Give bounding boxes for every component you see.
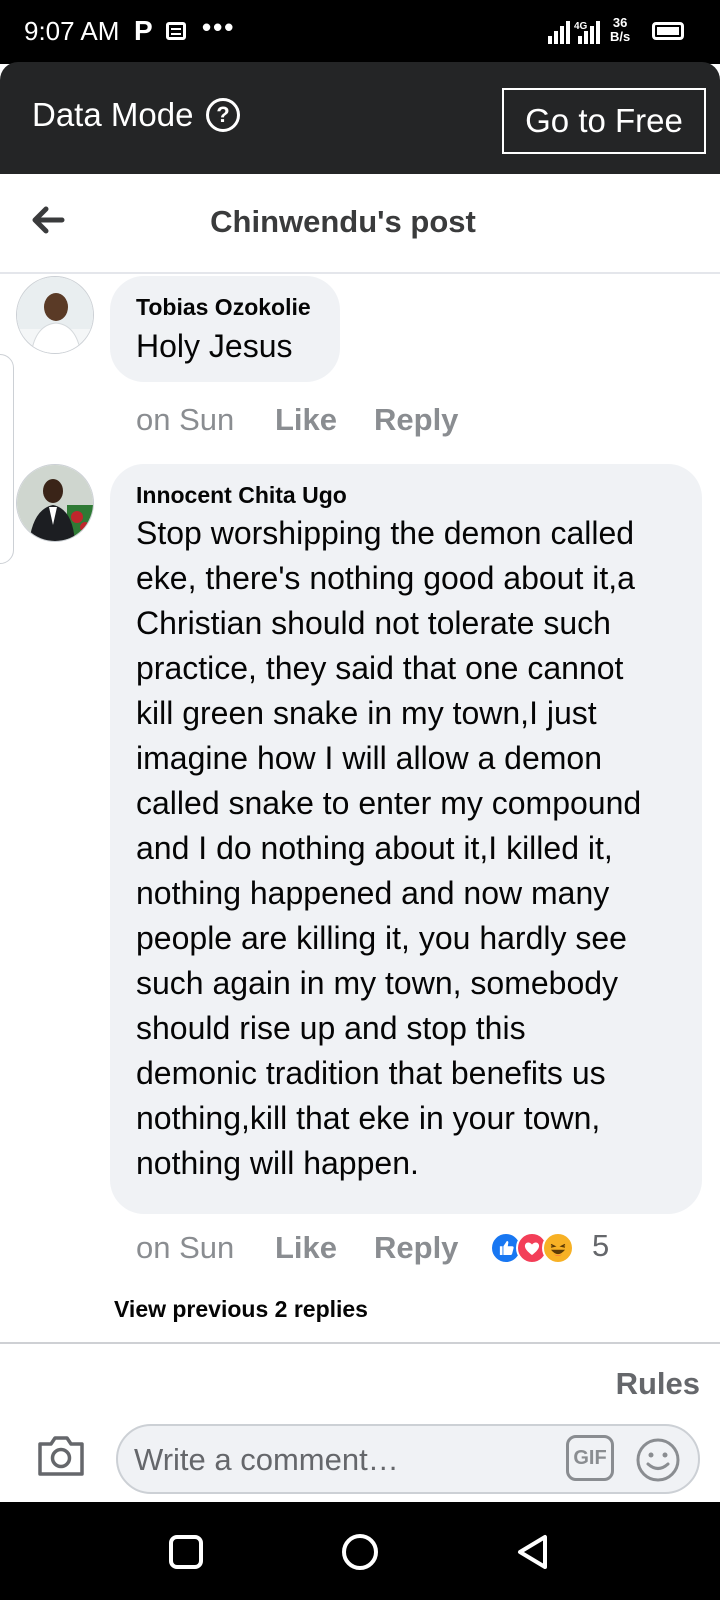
comment-input[interactable] bbox=[132, 1438, 536, 1482]
comment-bubble[interactable]: Innocent Chita Ugo Stop worshipping the … bbox=[110, 464, 702, 1214]
edge-handle[interactable] bbox=[0, 354, 14, 564]
more-notifications-icon: ••• bbox=[202, 12, 236, 42]
comment-author[interactable]: Innocent Chita Ugo bbox=[136, 482, 347, 509]
battery-icon bbox=[652, 22, 684, 40]
comment-text-line: eke, there's nothing good about it,a bbox=[136, 560, 635, 596]
rules-link[interactable]: Rules bbox=[616, 1366, 700, 1402]
comment-text-line: demonic tradition that benefits us bbox=[136, 1055, 606, 1091]
comment-text-line: nothing happened and now many bbox=[136, 875, 610, 911]
reaction-count[interactable]: 5 bbox=[592, 1228, 609, 1264]
comment-text-line: nothing,kill that eke in your town, bbox=[136, 1100, 601, 1136]
comment-text-line: kill green snake in my town,I just bbox=[136, 695, 597, 731]
square-icon[interactable] bbox=[166, 1532, 206, 1572]
page-title: Chinwendu's post bbox=[210, 204, 476, 239]
post-header: Chinwendu's post bbox=[0, 174, 720, 274]
comment-input-box[interactable]: GIF bbox=[116, 1424, 700, 1494]
avatar[interactable] bbox=[16, 276, 94, 354]
data-mode-label: Data Mode bbox=[32, 96, 194, 133]
comment-text: Stop worshipping the demon called eke, t… bbox=[136, 511, 696, 1186]
comment-text-line: Christian should not tolerate such bbox=[136, 605, 611, 641]
comment-time: on Sun bbox=[136, 1230, 235, 1265]
comment-text-line: imagine how I will allow a demon bbox=[136, 740, 602, 776]
reply-button[interactable]: Reply bbox=[374, 402, 458, 438]
status-bar: 9:07 AM P ••• 4G 36 B/s bbox=[0, 0, 720, 64]
message-notification-icon bbox=[166, 22, 186, 40]
signal-strength-icon: 4G bbox=[548, 21, 600, 44]
network-speed-unit: B/s bbox=[610, 29, 631, 44]
reply-button[interactable]: Reply bbox=[374, 1230, 458, 1266]
comment-text-line: and I do nothing about it,I killed it, bbox=[136, 830, 613, 866]
like-button[interactable]: Like bbox=[275, 1230, 337, 1266]
data-mode-bar: Data Mode ? Go to Free bbox=[0, 62, 720, 174]
comment-text-line: nothing will happen. bbox=[136, 1145, 419, 1181]
circle-icon[interactable] bbox=[340, 1532, 380, 1572]
notification-p-icon: P bbox=[134, 15, 153, 46]
comment-author[interactable]: Tobias Ozokolie bbox=[136, 294, 311, 321]
network-type-label: 4G bbox=[574, 21, 588, 32]
like-button[interactable]: Like bbox=[275, 402, 337, 438]
comment-text-line: people are killing it, you hardly see bbox=[136, 920, 627, 956]
comment-text-line: practice, they said that one cannot bbox=[136, 650, 624, 686]
comment-text-line: Stop worshipping the demon called bbox=[136, 515, 635, 551]
haha-reaction-icon bbox=[542, 1232, 574, 1264]
triangle-back-icon[interactable] bbox=[514, 1532, 554, 1572]
avatar[interactable] bbox=[16, 464, 94, 542]
comment-bubble[interactable]: Tobias Ozokolie Holy Jesus bbox=[110, 276, 340, 382]
comment-text-line: such again in my town, somebody bbox=[136, 965, 619, 1001]
smiley-icon[interactable] bbox=[634, 1436, 682, 1484]
camera-icon[interactable] bbox=[36, 1434, 86, 1478]
view-previous-replies-link[interactable]: View previous 2 replies bbox=[114, 1296, 368, 1323]
network-speed: 36 B/s bbox=[610, 16, 630, 44]
comment-text: Holy Jesus bbox=[136, 328, 293, 364]
network-speed-value: 36 bbox=[612, 15, 628, 30]
system-nav-bar bbox=[0, 1502, 720, 1600]
comment-text-line: should rise up and stop this bbox=[136, 1010, 526, 1046]
comment-time: on Sun bbox=[136, 402, 235, 437]
go-to-free-button[interactable]: Go to Free bbox=[502, 88, 706, 154]
gif-button[interactable]: GIF bbox=[566, 1435, 614, 1481]
question-circle-icon[interactable]: ? bbox=[206, 98, 240, 132]
comment-text-line: called snake to enter my compound bbox=[136, 785, 642, 821]
status-time: 9:07 AM bbox=[24, 16, 120, 46]
reactions-summary[interactable] bbox=[490, 1232, 580, 1266]
comment-composer: Rules GIF bbox=[0, 1342, 720, 1504]
